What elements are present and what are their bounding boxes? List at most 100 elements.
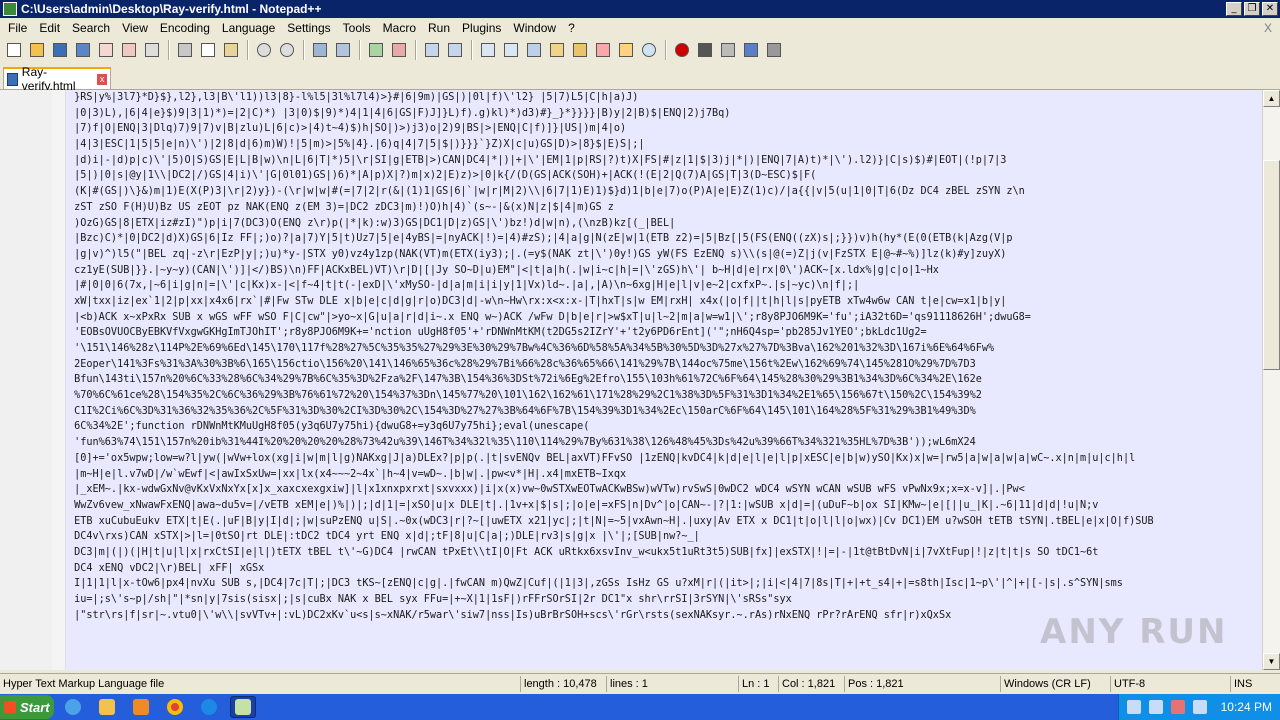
menu-search[interactable]: Search: [66, 19, 116, 37]
cut-button[interactable]: [174, 40, 195, 61]
code-line[interactable]: |m~H|e|l.v7wD|/w`wEwf|<|awIxSxUw=|xx|lx(…: [66, 467, 1262, 483]
close-all-button[interactable]: [118, 40, 139, 61]
undo-button[interactable]: [253, 40, 274, 61]
flag-icon[interactable]: [1192, 700, 1207, 714]
code-line[interactable]: %70%6C%61ce%28\154%35%2C%6C%36%29%3B%76%…: [66, 388, 1262, 404]
code-line[interactable]: DC4v\rxs)CAN xSTX|>|l=|0tSO|rt DLE|:tDC2…: [66, 529, 1262, 545]
sync-vertical-button[interactable]: [421, 40, 442, 61]
code-line[interactable]: ETB xuCubuEukv ETX|t|E(.|uF|B|y|I|d|;|w|…: [66, 514, 1262, 530]
code-line[interactable]: iu=|;s\'s~p|/sh|"|*sn|y|7sis(sisx|;|s|cu…: [66, 592, 1262, 608]
zoom-out-button[interactable]: [388, 40, 409, 61]
code-line[interactable]: 'EOBsOVUOCByEBKVfVxgwGKHgImTJOhIT';r8y8P…: [66, 325, 1262, 341]
tab-ray-verify[interactable]: Ray-verify.html x: [3, 65, 111, 93]
code-line[interactable]: |Bzc)C)*|0|DC2|d)X)GS|6|Iz FF|;)o)?|a|7)…: [66, 231, 1262, 247]
print-button[interactable]: [141, 40, 162, 61]
code-line[interactable]: '\151\146%28z\114P%2E%69%6Ed\145\170\117…: [66, 341, 1262, 357]
code-text-area[interactable]: }RS|y%|3l7}*D}$},l2},l3|B\'l1))l3|8}-l%l…: [66, 90, 1262, 670]
save-macro-button[interactable]: [763, 40, 784, 61]
indent-guide-button[interactable]: [523, 40, 544, 61]
menu-language[interactable]: Language: [216, 19, 281, 37]
find-button[interactable]: [309, 40, 330, 61]
function-list-button[interactable]: [592, 40, 613, 61]
show-all-chars-button[interactable]: [500, 40, 521, 61]
copy-button[interactable]: [197, 40, 218, 61]
menu-run[interactable]: Run: [422, 19, 456, 37]
menu-view[interactable]: View: [116, 19, 154, 37]
code-line[interactable]: Bfun\143ti\157n%20%6C%33%28%6C%34%29%7B%…: [66, 372, 1262, 388]
taskbar-clock[interactable]: 10:24 PM: [1221, 700, 1272, 714]
code-line[interactable]: |<b)ACK x~xPxRx SUB x wGS wFF wSO F|C|cw…: [66, 310, 1262, 326]
code-line[interactable]: DC4 xENQ vDC2|\r)BEL| xFF| xGSx: [66, 561, 1262, 577]
menu-help[interactable]: ?: [562, 19, 581, 37]
network-icon[interactable]: [1126, 700, 1141, 714]
code-line[interactable]: |#|0|0|6(7x,|~6|i|g|n|=|\'|c|Kx)x-|<|f~4…: [66, 278, 1262, 294]
paste-button[interactable]: [220, 40, 241, 61]
play-macro-button[interactable]: [717, 40, 738, 61]
start-button[interactable]: Start: [0, 695, 54, 719]
doc-map-button[interactable]: [569, 40, 590, 61]
menu-tools[interactable]: Tools: [337, 19, 377, 37]
close-window-button[interactable]: ✕: [1262, 2, 1278, 16]
code-line[interactable]: |_xEM~.|kx-wdwGxNv@vKxVxNxYx[x]x_xaxcxex…: [66, 482, 1262, 498]
code-line[interactable]: I|1|1|l|x-tOw6|px4|nvXu SUB s,|DC4|7c|T|…: [66, 576, 1262, 592]
close-button[interactable]: [95, 40, 116, 61]
chrome-taskbar-button[interactable]: [162, 696, 188, 718]
code-line[interactable]: |7)f|O|ENQ|3|Dlq)7)9|7)v|B|zlu)L|6|c)>|4…: [66, 121, 1262, 137]
zoom-in-button[interactable]: [365, 40, 386, 61]
redo-button[interactable]: [276, 40, 297, 61]
menu-macro[interactable]: Macro: [377, 19, 422, 37]
restore-button[interactable]: ❐: [1244, 2, 1260, 16]
close-tab-button[interactable]: x: [97, 73, 107, 85]
udl-button[interactable]: [546, 40, 567, 61]
editor-area[interactable]: }RS|y%|3l7}*D}$},l2},l3|B\'l1))l3|8}-l%l…: [0, 90, 1262, 670]
code-line[interactable]: )OzG)GS|8|ETX|iz#zI)")p|i|7(DC3)O(ENQ z\…: [66, 216, 1262, 232]
menu-plugins[interactable]: Plugins: [456, 19, 507, 37]
close-document-button[interactable]: X: [1264, 21, 1272, 35]
record-macro-button[interactable]: [671, 40, 692, 61]
folder-workspace-button[interactable]: [615, 40, 636, 61]
explorer-taskbar-button[interactable]: [94, 696, 120, 718]
edge-taskbar-button[interactable]: [196, 696, 222, 718]
scroll-down-button[interactable]: ▼: [1263, 653, 1280, 670]
sync-horizontal-button[interactable]: [444, 40, 465, 61]
replace-button[interactable]: [332, 40, 353, 61]
status-insert-mode[interactable]: INS: [1230, 676, 1280, 692]
status-encoding[interactable]: UTF-8: [1110, 676, 1230, 692]
security-icon[interactable]: [1170, 700, 1185, 714]
internet-explorer-taskbar-button[interactable]: [60, 696, 86, 718]
code-line[interactable]: cz1yE(SUB|}}.|~y~y)(CAN|\')]|</)BS)\n)FF…: [66, 263, 1262, 279]
menu-edit[interactable]: Edit: [33, 19, 66, 37]
code-line[interactable]: }RS|y%|3l7}*D}$},l2},l3|B\'l1))l3|8}-l%l…: [66, 90, 1262, 106]
code-line[interactable]: DC3|m|(|)(|H|t|u|l|x|rxCtSI|e|l|)tETX tB…: [66, 545, 1262, 561]
code-line[interactable]: xW|txx|iz|ex`1|2|p|xx|x4x6|rx`|#|Fw STw …: [66, 294, 1262, 310]
monitoring-button[interactable]: [638, 40, 659, 61]
menu-file[interactable]: File: [2, 19, 33, 37]
code-line[interactable]: |g|v)^)l5("|BEL zq|-z\r|EzP|y|;)u)*y-|ST…: [66, 247, 1262, 263]
menu-settings[interactable]: Settings: [281, 19, 336, 37]
code-line[interactable]: 6C%34%2E';function rDNWnMtKMuUgH8f05(y3q…: [66, 419, 1262, 435]
notepadpp-taskbar-button[interactable]: [230, 696, 256, 718]
code-line[interactable]: WwZv6vew_xNwawFxENQ|awa~du5v=|/vETB xEM|…: [66, 498, 1262, 514]
word-wrap-button[interactable]: [477, 40, 498, 61]
code-line[interactable]: zST zSO F(H)U)Bz US zEOT pz NAK(ENQ z(EM…: [66, 200, 1262, 216]
scroll-up-button[interactable]: ▲: [1263, 90, 1280, 107]
code-line[interactable]: (K|#(GS|)\}&)m|1)E(X(P)3|\r|2)y})-(\r|w|…: [66, 184, 1262, 200]
code-line[interactable]: |d)i|-|d)p|c)\'|5)O|S)GS|E|L|B|w)\n|L|6|…: [66, 153, 1262, 169]
code-line[interactable]: 2Eoper\141%3Fs%31%3A%30%3B%6\165\156ctio…: [66, 357, 1262, 373]
stop-macro-button[interactable]: [694, 40, 715, 61]
status-eol[interactable]: Windows (CR LF): [1000, 676, 1110, 692]
scroll-thumb[interactable]: [1263, 160, 1280, 370]
minimize-button[interactable]: _: [1226, 2, 1242, 16]
open-file-button[interactable]: [26, 40, 47, 61]
run-macro-multiple-button[interactable]: [740, 40, 761, 61]
volume-icon[interactable]: [1148, 700, 1163, 714]
media-player-taskbar-button[interactable]: [128, 696, 154, 718]
save-all-button[interactable]: [72, 40, 93, 61]
menu-window[interactable]: Window: [507, 19, 562, 37]
vertical-scrollbar[interactable]: ▲ ▼: [1262, 90, 1280, 670]
code-line[interactable]: C1I%2Ci%6C%3D%31%36%32%35%36%2C%5F%31%3D…: [66, 404, 1262, 420]
code-line[interactable]: [0]+='ox5wpw;low=w?l|yw(|wVw+lox(xg|i|w|…: [66, 451, 1262, 467]
code-line[interactable]: 'fun%63%74\151\157n%20ib%31%44I%20%20%20…: [66, 435, 1262, 451]
code-line[interactable]: |4|3|ESC|1|5|5|e|n)\')|2|8|d|6)m)W)!|5|m…: [66, 137, 1262, 153]
new-file-button[interactable]: [3, 40, 24, 61]
